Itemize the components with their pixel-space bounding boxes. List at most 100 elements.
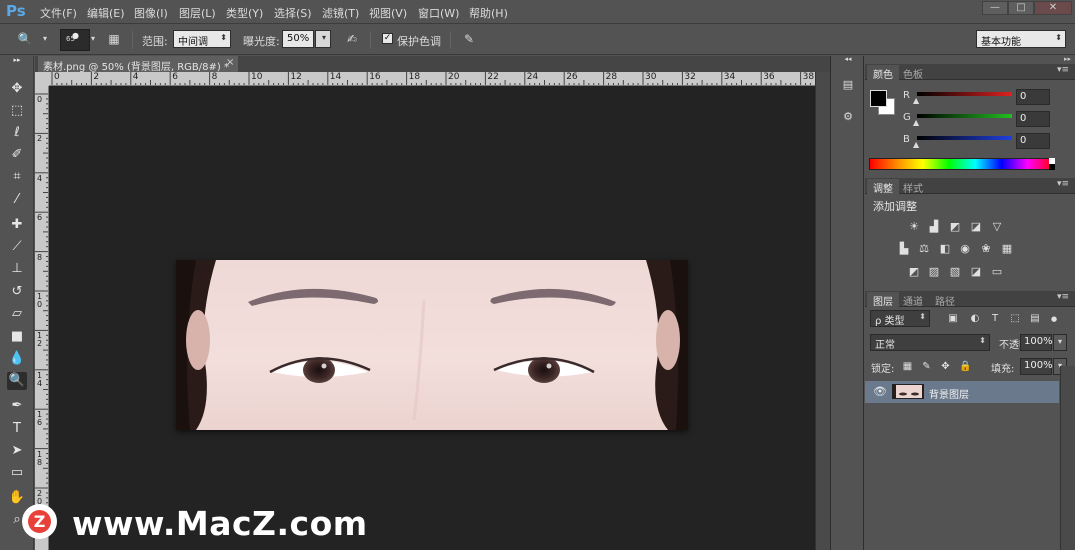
menu-edit[interactable]: 编辑(E): [87, 5, 125, 21]
slider-thumb-icon[interactable]: ▲: [913, 96, 919, 105]
canvas-vertical-scrollbar[interactable]: [815, 72, 830, 550]
exposure-input[interactable]: 50%: [282, 30, 314, 48]
slider-thumb-icon[interactable]: ▲: [913, 140, 919, 149]
hand-tool-icon[interactable]: ✋: [7, 489, 27, 507]
tab-layers[interactable]: 图层: [867, 292, 899, 308]
tab-styles[interactable]: 样式: [897, 179, 929, 195]
tab-adjustments[interactable]: 调整: [867, 179, 899, 195]
eraser-tool-icon[interactable]: ▱: [7, 305, 27, 323]
type-tool-icon[interactable]: T: [7, 420, 27, 438]
exposure-dropdown-button[interactable]: ▾: [315, 30, 331, 48]
filter-shape-icon[interactable]: ⬚: [1009, 313, 1021, 325]
layer-item[interactable]: 👁 背景图层: [865, 381, 1059, 403]
blur-tool-icon[interactable]: 💧: [7, 350, 27, 368]
menu-select[interactable]: 选择(S): [274, 5, 312, 21]
menu-type[interactable]: 类型(Y): [226, 5, 263, 21]
panel-menu-icon[interactable]: ▾≡: [1057, 292, 1069, 302]
collapse-arrows-icon[interactable]: ▸▸: [1064, 55, 1071, 63]
horizontal-ruler[interactable]: 0 2 4 6 8 10 12 14 16 18 20 22 24 26 28 30 32 34 36 38: [49, 72, 815, 86]
brightness-contrast-icon[interactable]: ☀: [907, 220, 921, 234]
pen-tool-icon[interactable]: ✒: [7, 397, 27, 415]
document-image[interactable]: [176, 260, 688, 430]
path-select-tool-icon[interactable]: ➤: [7, 442, 27, 460]
selective-color-icon[interactable]: ◪: [969, 265, 983, 279]
minimize-button[interactable]: —: [982, 1, 1008, 15]
rectangle-tool-icon[interactable]: ▭: [7, 464, 27, 482]
menu-layer[interactable]: 图层(L): [179, 5, 216, 21]
lock-all-icon[interactable]: 🔒: [959, 361, 971, 372]
clone-stamp-tool-icon[interactable]: ⊥: [7, 260, 27, 278]
close-icon[interactable]: ×: [226, 57, 234, 68]
green-slider[interactable]: [917, 114, 1012, 118]
filter-adjustment-icon[interactable]: ◐: [969, 313, 981, 325]
blend-mode-select[interactable]: 正常 ⬍: [870, 334, 990, 351]
menu-view[interactable]: 视图(V): [369, 5, 407, 21]
move-tool-icon[interactable]: ✥: [7, 80, 27, 98]
opacity-input[interactable]: 100%: [1020, 334, 1053, 351]
tab-channels[interactable]: 通道: [897, 292, 929, 308]
tool-preset-chevron-down-icon[interactable]: ▾: [36, 31, 54, 47]
channel-mixer-icon[interactable]: ❀: [979, 242, 993, 256]
foreground-color-swatch[interactable]: [870, 90, 887, 107]
ruler-corner[interactable]: [35, 72, 49, 86]
lasso-tool-icon[interactable]: ℓ: [7, 124, 27, 142]
red-value-field[interactable]: 0: [1016, 89, 1050, 105]
blue-value-field[interactable]: 0: [1016, 133, 1050, 149]
collapse-arrows-icon[interactable]: ◂◂: [839, 54, 857, 64]
color-spectrum-bar[interactable]: [869, 158, 1055, 170]
green-value-field[interactable]: 0: [1016, 111, 1050, 127]
eye-visibility-icon[interactable]: 👁: [873, 385, 887, 398]
menu-help[interactable]: 帮助(H): [469, 5, 508, 21]
vertical-ruler[interactable]: 0 2 4 6 8 10 12 14 16 18 20: [35, 86, 49, 550]
brush-panel-toggle-icon[interactable]: ▦: [105, 31, 123, 47]
tab-color[interactable]: 颜色: [867, 65, 899, 81]
red-slider[interactable]: [917, 92, 1012, 96]
brush-chevron-down-icon[interactable]: ▾: [84, 31, 102, 47]
layer-filter-select[interactable]: ρ 类型 ⬍: [870, 310, 930, 327]
menu-window[interactable]: 窗口(W): [418, 5, 459, 21]
fill-input[interactable]: 100%: [1020, 358, 1053, 375]
brush-tool-icon[interactable]: ⟋: [7, 238, 27, 256]
layers-scrollbar[interactable]: [1060, 366, 1075, 550]
photo-filter-icon[interactable]: ◉: [958, 242, 972, 256]
gradient-map-icon[interactable]: ▭: [990, 265, 1004, 279]
range-select[interactable]: 中间调 ⬍: [173, 30, 231, 48]
protect-tones-checkbox[interactable]: ✓: [382, 33, 393, 44]
filter-pixel-icon[interactable]: ▣: [947, 313, 959, 325]
workspace-select[interactable]: 基本功能 ⬍: [976, 30, 1066, 48]
healing-brush-tool-icon[interactable]: ✚: [7, 216, 27, 234]
panel-menu-icon[interactable]: ▾≡: [1057, 65, 1069, 75]
blue-slider[interactable]: [917, 136, 1012, 140]
airbrush-icon[interactable]: ✍: [343, 31, 361, 47]
dodge-tool-icon[interactable]: 🔍: [7, 372, 27, 390]
collapse-arrows-icon[interactable]: ▸▸: [7, 56, 27, 64]
restore-button[interactable]: □: [1008, 1, 1034, 15]
black-white-swatch[interactable]: [1049, 158, 1055, 170]
filter-smart-object-icon[interactable]: ▤: [1029, 313, 1041, 325]
lock-transparent-pixels-icon[interactable]: ▦: [902, 361, 913, 372]
exposure-icon[interactable]: ◪: [969, 220, 983, 234]
quick-select-tool-icon[interactable]: ✐: [7, 146, 27, 164]
history-brush-tool-icon[interactable]: ↺: [7, 283, 27, 301]
dodge-tool-icon[interactable]: 🔍: [16, 31, 34, 47]
eyedropper-tool-icon[interactable]: ⁄: [7, 191, 27, 209]
marquee-tool-icon[interactable]: ⬚: [7, 102, 27, 120]
history-panel-icon[interactable]: ▤: [839, 76, 857, 94]
color-lookup-icon[interactable]: ▦: [1000, 242, 1014, 256]
menu-image[interactable]: 图像(I): [134, 5, 168, 21]
close-button[interactable]: ✕: [1034, 1, 1072, 15]
filter-type-icon[interactable]: T: [989, 313, 1001, 325]
lock-position-icon[interactable]: ✥: [940, 361, 951, 372]
tab-paths[interactable]: 路径: [929, 292, 961, 308]
filter-toggle-icon[interactable]: ●: [1048, 313, 1060, 325]
gradient-tool-icon[interactable]: ■: [7, 328, 27, 346]
posterize-icon[interactable]: ▨: [927, 265, 941, 279]
threshold-icon[interactable]: ▧: [948, 265, 962, 279]
pressure-size-icon[interactable]: ✎: [460, 31, 478, 47]
levels-icon[interactable]: ▟: [927, 220, 941, 234]
tab-swatches[interactable]: 色板: [897, 65, 929, 81]
hue-saturation-icon[interactable]: ▙: [897, 242, 911, 256]
slider-thumb-icon[interactable]: ▲: [913, 118, 919, 127]
vibrance-icon[interactable]: ▽: [990, 220, 1004, 234]
curves-icon[interactable]: ◩: [948, 220, 962, 234]
